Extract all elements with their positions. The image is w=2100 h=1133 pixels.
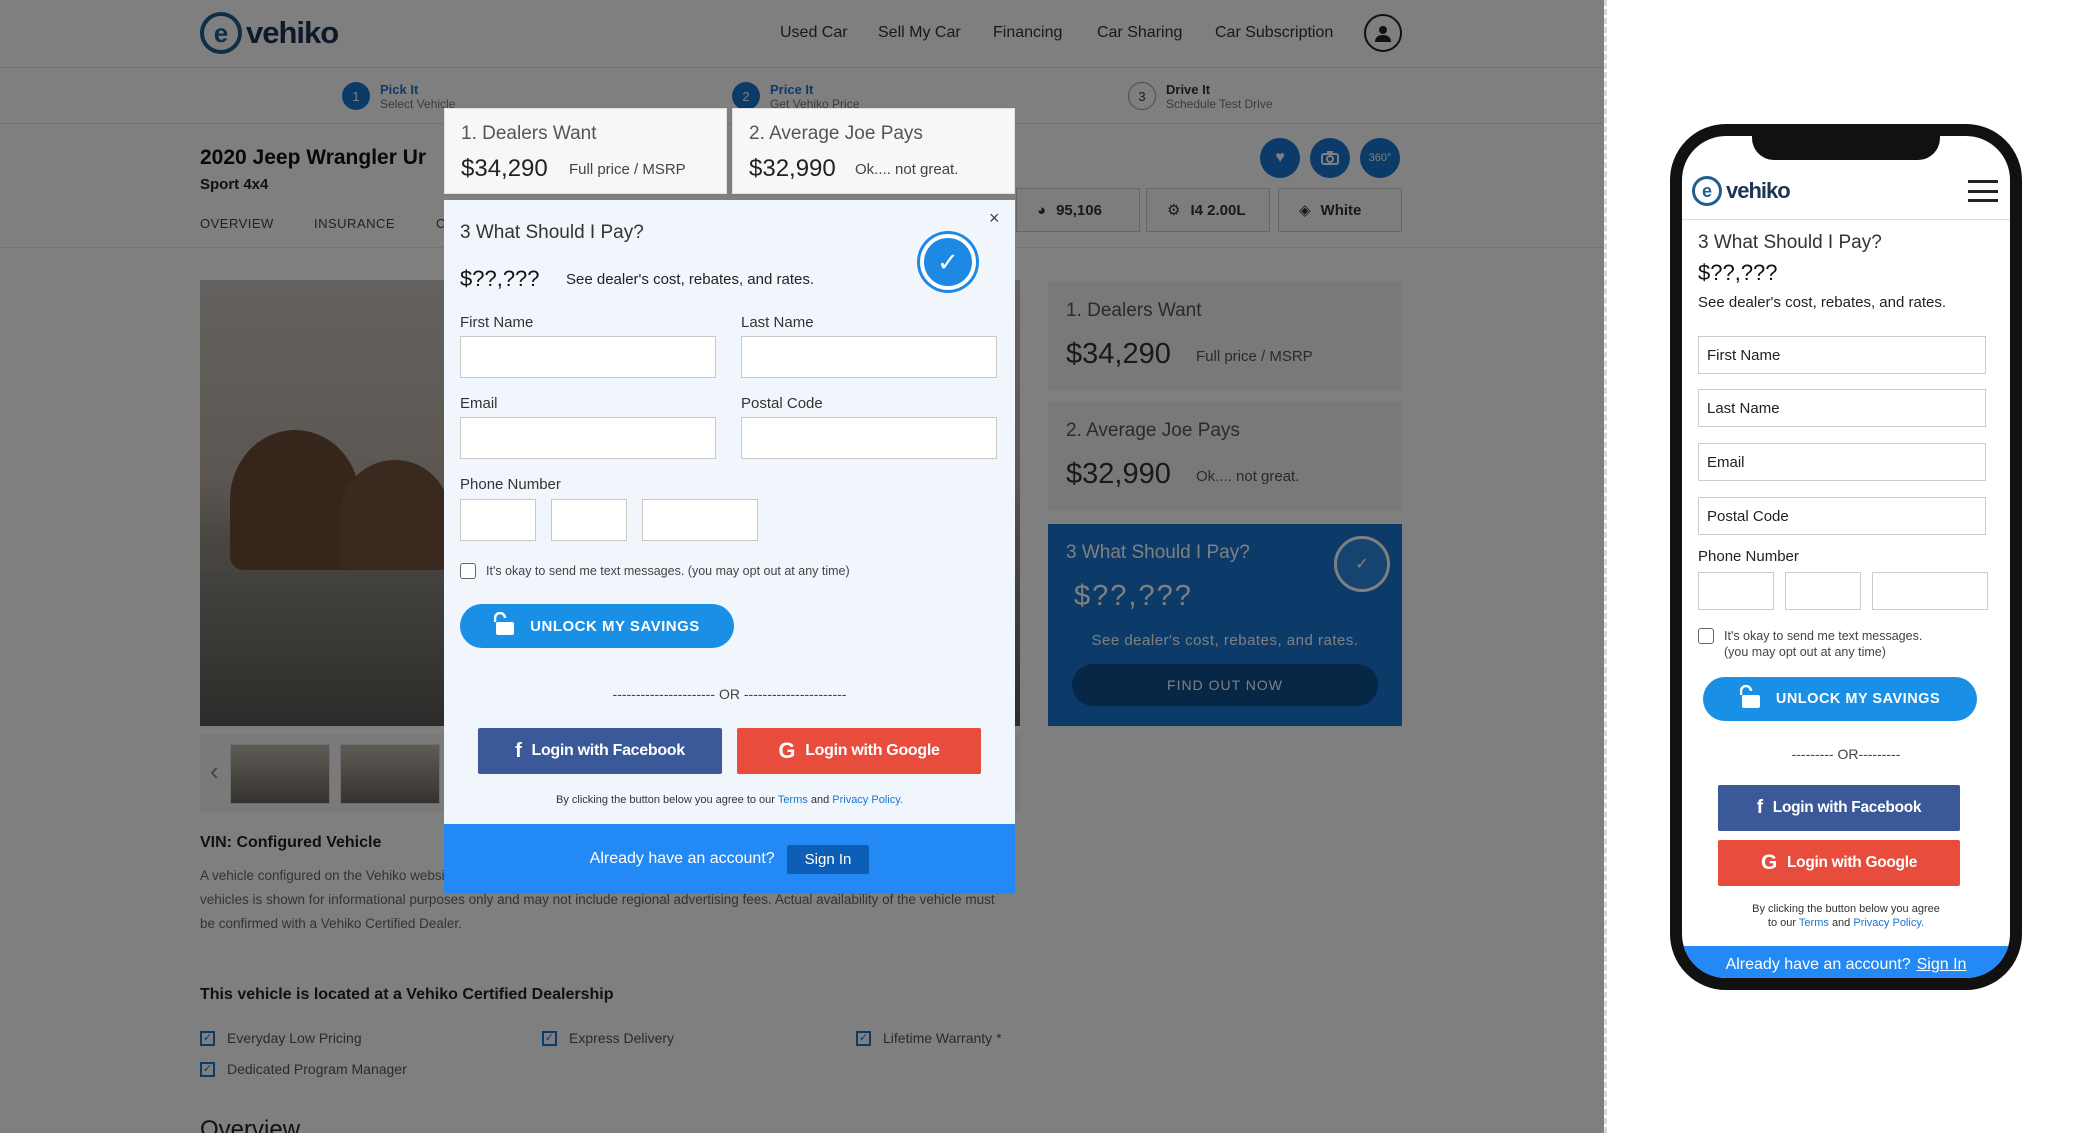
first-name-input[interactable] (460, 336, 716, 378)
modal-heading: 3 What Should I Pay? (460, 222, 644, 243)
agreement-line2: to our Terms and Privacy Policy. (1682, 916, 2010, 930)
mobile-phone-label: Phone Number (1698, 548, 1799, 565)
postal-code-input[interactable] (741, 417, 997, 459)
modal-card-dealers: 1. Dealers Want $34,290 Full price / MSR… (444, 108, 727, 194)
email-label: Email (460, 395, 498, 412)
facebook-label: Login with Facebook (531, 742, 685, 759)
desktop-page: e vehiko Used Car Sell My Car Financing … (0, 0, 1604, 1133)
agreement-text: By clicking the button below you agree t… (444, 794, 1015, 806)
email-input[interactable] (460, 417, 716, 459)
mobile-phone-area-input[interactable] (1698, 572, 1774, 610)
mobile-unlock-button[interactable]: UNLOCK MY SAVINGS (1703, 677, 1977, 721)
sms-consent-label: It's okay to send me text messages. (you… (486, 564, 850, 578)
mobile-first-name-input[interactable]: First Name (1698, 336, 1986, 374)
terms-link[interactable]: Terms (778, 794, 808, 806)
mobile-price: $??,??? (1698, 260, 1778, 285)
privacy-link[interactable]: Privacy Policy. (1853, 917, 1924, 929)
sign-in-button[interactable]: Sign In (786, 844, 870, 874)
mobile-description: See dealer's cost, rebates, and rates. (1698, 294, 1947, 311)
mobile-facebook-button[interactable]: f Login with Facebook (1718, 785, 1960, 831)
brand-name: vehiko (1726, 178, 1791, 203)
have-account-text: Already have an account? (1725, 956, 1911, 973)
agreement-and: and (810, 794, 830, 806)
mobile-phone-line-input[interactable] (1872, 572, 1988, 610)
unlock-label: UNLOCK MY SAVINGS (1775, 691, 1941, 707)
modal-card-average: 2. Average Joe Pays $32,990 Ok.... not g… (732, 108, 1015, 194)
mobile-sms-line1: It's okay to send me text messages. (1724, 629, 1923, 643)
agreement-prefix: By clicking the button below you agree t… (556, 794, 775, 806)
have-account-text: Already have an account? (589, 850, 775, 867)
google-icon: G (778, 738, 796, 763)
google-label: Login with Google (1786, 854, 1918, 871)
mobile-brand-logo[interactable]: e vehiko (1692, 176, 1791, 206)
modal-card-title: 2. Average Joe Pays (749, 123, 923, 144)
phone-notch (1752, 136, 1940, 160)
google-icon: G (1760, 851, 1777, 874)
phone-area-code-input[interactable] (460, 499, 536, 541)
facebook-icon: f (1756, 797, 1763, 818)
modal-footer: Already have an account? Sign In (444, 824, 1015, 894)
mobile-header: e vehiko (1682, 160, 2010, 220)
modal-price: $??,??? (460, 266, 540, 291)
modal-card-note: Full price / MSRP (569, 161, 686, 178)
logo-icon: e (1692, 176, 1722, 206)
modal-card-title: 1. Dealers Want (461, 123, 597, 144)
google-login-button[interactable]: G Login with Google (737, 728, 981, 774)
modal-card-price: $32,990 (749, 155, 836, 182)
unlock-savings-button[interactable]: UNLOCK MY SAVINGS (460, 604, 734, 648)
hamburger-menu-icon[interactable] (1968, 180, 1998, 202)
modal-card-note: Ok.... not great. (855, 161, 959, 178)
mobile-sign-in-link[interactable]: Sign In (1917, 956, 1967, 974)
pricing-modal: 1. Dealers Want $34,290 Full price / MSR… (444, 108, 1015, 894)
mobile-sms-checkbox[interactable] (1698, 628, 1714, 644)
phone-prefix-input[interactable] (551, 499, 627, 541)
unlock-icon (1739, 684, 1762, 713)
first-name-label: First Name (460, 314, 534, 331)
mobile-agreement-text: By clicking the button below you agree t… (1682, 902, 2010, 930)
agreement-line1: By clicking the button below you agree (1752, 903, 1940, 915)
mobile-footer: Already have an account? Sign In (1682, 946, 2010, 978)
modal-card-price: $34,290 (461, 155, 548, 182)
last-name-label: Last Name (741, 314, 814, 331)
phone-line-input[interactable] (642, 499, 758, 541)
google-label: Login with Google (805, 742, 940, 759)
facebook-icon: f (515, 739, 522, 762)
postal-code-label: Postal Code (741, 395, 823, 412)
mobile-heading: 3 What Should I Pay? (1698, 232, 1882, 253)
mobile-phone-prefix-input[interactable] (1785, 572, 1861, 610)
modal-description: See dealer's cost, rebates, and rates. (566, 271, 815, 288)
phone-label: Phone Number (460, 476, 561, 493)
modal-form-body: × 3 What Should I Pay? $??,??? See deale… (444, 200, 1015, 824)
last-name-input[interactable] (741, 336, 997, 378)
mobile-sms-line2: (you may opt out at any time) (1724, 645, 1886, 659)
or-divider: ---------------------- OR --------------… (612, 686, 847, 702)
mobile-google-button[interactable]: G Login with Google (1718, 840, 1960, 886)
facebook-label: Login with Facebook (1772, 799, 1922, 816)
facebook-login-button[interactable]: f Login with Facebook (478, 728, 722, 774)
verified-badge-icon: ✓ (920, 234, 976, 290)
sms-consent-checkbox[interactable] (460, 563, 476, 579)
unlock-label: UNLOCK MY SAVINGS (530, 617, 700, 635)
privacy-link[interactable]: Privacy Policy. (832, 794, 903, 806)
mobile-email-input[interactable]: Email (1698, 443, 1986, 481)
agreement-and: and (1831, 917, 1851, 929)
terms-link[interactable]: Terms (1799, 917, 1829, 929)
mobile-postal-code-input[interactable]: Postal Code (1698, 497, 1986, 535)
screenshot-stage: e vehiko Used Car Sell My Car Financing … (0, 0, 2100, 1133)
agreement-prefix: to our (1767, 917, 1797, 929)
phone-mockup: e vehiko 3 What Should I Pay? $??,??? Se… (1670, 124, 2022, 990)
unlock-icon (493, 611, 516, 640)
mobile-sms-label: It's okay to send me text messages. (you… (1724, 628, 1922, 660)
close-icon[interactable]: × (989, 208, 1000, 229)
mobile-last-name-input[interactable]: Last Name (1698, 389, 1986, 427)
mobile-or-divider: --------- OR--------- (1791, 746, 1901, 762)
